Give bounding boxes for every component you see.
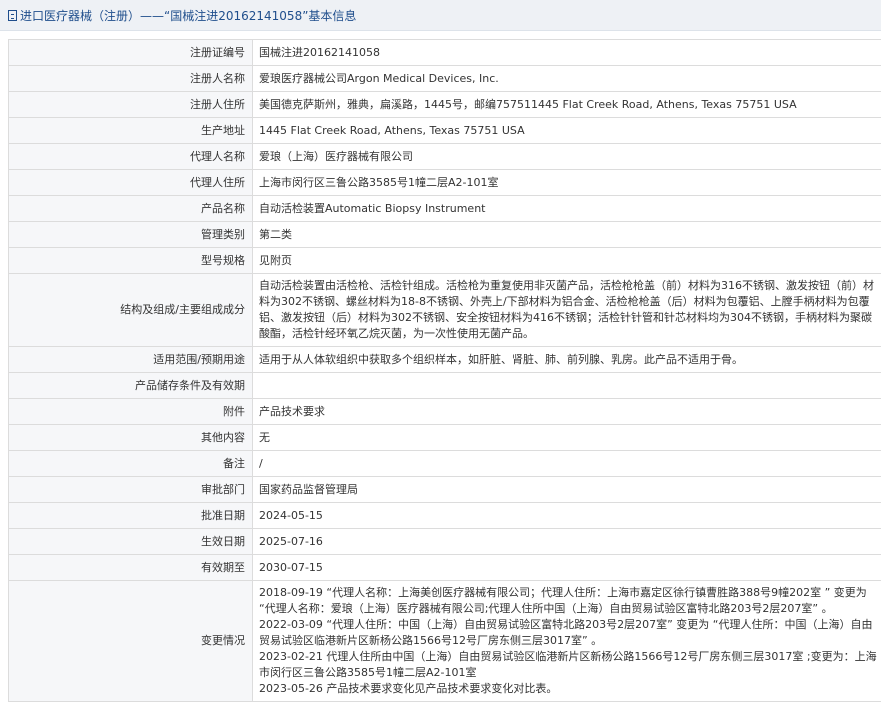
- change-entry: 2018-09-19 “代理人名称：上海美创医疗器械有限公司；代理人住所：上海市…: [259, 586, 867, 615]
- field-value: 上海市闵行区三鲁公路3585号1幢二层A2-101室: [252, 169, 881, 196]
- field-label: 有效期至: [8, 554, 253, 581]
- field-label: 审批部门: [8, 476, 253, 503]
- field-label: 批准日期: [8, 502, 253, 529]
- field-label: 附件: [8, 398, 253, 425]
- field-value: 国家药品监督管理局: [252, 476, 881, 503]
- field-value: 见附页: [252, 247, 881, 274]
- table-row: 注册人名称 爱琅医疗器械公司Argon Medical Devices, Inc…: [8, 65, 881, 92]
- field-value: 美国德克萨斯州，雅典，扁溪路，1445号，邮编757511445 Flat Cr…: [252, 91, 881, 118]
- table-row: 其他内容 无: [8, 424, 881, 451]
- table-row: 管理类别 第二类: [8, 221, 881, 248]
- field-value: 爱琅（上海）医疗器械有限公司: [252, 143, 881, 170]
- table-row: 产品名称 自动活检装置Automatic Biopsy Instrument: [8, 195, 881, 222]
- change-entry: 2023-02-21 代理人住所由中国（上海）自由贸易试验区临港新片区新杨公路1…: [259, 650, 877, 679]
- info-table: 注册证编号 国械注进20162141058 注册人名称 爱琅医疗器械公司Argo…: [8, 39, 881, 702]
- field-label: 产品储存条件及有效期: [8, 372, 253, 399]
- table-row: 备注 /: [8, 450, 881, 477]
- field-label: 代理人名称: [8, 143, 253, 170]
- table-row: 审批部门 国家药品监督管理局: [8, 476, 881, 503]
- field-value: 1445 Flat Creek Road, Athens, Texas 7575…: [252, 117, 881, 144]
- field-value: 第二类: [252, 221, 881, 248]
- field-label: 生产地址: [8, 117, 253, 144]
- table-row: 型号规格 见附页: [8, 247, 881, 274]
- field-label: 生效日期: [8, 528, 253, 555]
- table-row: 代理人名称 爱琅（上海）医疗器械有限公司: [8, 143, 881, 170]
- table-row: 批准日期 2024-05-15: [8, 502, 881, 529]
- field-value: 自动活检装置Automatic Biopsy Instrument: [252, 195, 881, 222]
- page-header: 进口医疗器械（注册）——“国械注进20162141058”基本信息: [0, 0, 881, 31]
- info-table-container: 注册证编号 国械注进20162141058 注册人名称 爱琅医疗器械公司Argo…: [8, 39, 881, 702]
- field-value: 自动活检装置由活检枪、活检针组成。活检枪为重复使用非灭菌产品，活检枪枪盖（前）材…: [252, 273, 881, 347]
- field-value: 2024-05-15: [252, 502, 881, 529]
- table-row: 代理人住所 上海市闵行区三鲁公路3585号1幢二层A2-101室: [8, 169, 881, 196]
- field-label: 结构及组成/主要组成成分: [8, 273, 253, 347]
- table-row-changes: 变更情况 2018-09-19 “代理人名称：上海美创医疗器械有限公司；代理人住…: [8, 580, 881, 702]
- field-label: 注册证编号: [8, 39, 253, 66]
- table-row: 注册人住所 美国德克萨斯州，雅典，扁溪路，1445号，邮编757511445 F…: [8, 91, 881, 118]
- table-row: 附件 产品技术要求: [8, 398, 881, 425]
- field-value: 产品技术要求: [252, 398, 881, 425]
- page-title: 进口医疗器械（注册）——“国械注进20162141058”基本信息: [20, 8, 357, 23]
- document-icon: [8, 9, 17, 21]
- field-label: 产品名称: [8, 195, 253, 222]
- field-value: 无: [252, 424, 881, 451]
- table-row: 结构及组成/主要组成成分 自动活检装置由活检枪、活检针组成。活检枪为重复使用非灭…: [8, 273, 881, 347]
- field-label: 代理人住所: [8, 169, 253, 196]
- field-value: 国械注进20162141058: [252, 39, 881, 66]
- table-row: 产品储存条件及有效期: [8, 372, 881, 399]
- field-value: [252, 372, 881, 399]
- table-row: 注册证编号 国械注进20162141058: [8, 39, 881, 66]
- table-row: 生效日期 2025-07-16: [8, 528, 881, 555]
- field-label: 备注: [8, 450, 253, 477]
- change-entry: 2022-03-09 “代理人住所：中国（上海）自由贸易试验区富特北路203号2…: [259, 618, 873, 647]
- field-label: 型号规格: [8, 247, 253, 274]
- field-value: 适用于从人体软组织中获取多个组织样本，如肝脏、肾脏、肺、前列腺、乳房。此产品不适…: [252, 346, 881, 373]
- field-label: 注册人名称: [8, 65, 253, 92]
- field-value: 2030-07-15: [252, 554, 881, 581]
- field-label: 管理类别: [8, 221, 253, 248]
- change-entry: 2023-05-26 产品技术要求变化见产品技术要求变化对比表。: [259, 682, 558, 695]
- table-row: 适用范围/预期用途 适用于从人体软组织中获取多个组织样本，如肝脏、肾脏、肺、前列…: [8, 346, 881, 373]
- field-label: 注册人住所: [8, 91, 253, 118]
- change-history: 2018-09-19 “代理人名称：上海美创医疗器械有限公司；代理人住所：上海市…: [252, 580, 881, 702]
- field-label: 其他内容: [8, 424, 253, 451]
- field-value: 2025-07-16: [252, 528, 881, 555]
- table-row: 生产地址 1445 Flat Creek Road, Athens, Texas…: [8, 117, 881, 144]
- field-label: 变更情况: [8, 580, 253, 702]
- field-value: 爱琅医疗器械公司Argon Medical Devices, Inc.: [252, 65, 881, 92]
- field-value: /: [252, 450, 881, 477]
- table-row: 有效期至 2030-07-15: [8, 554, 881, 581]
- field-label: 适用范围/预期用途: [8, 346, 253, 373]
